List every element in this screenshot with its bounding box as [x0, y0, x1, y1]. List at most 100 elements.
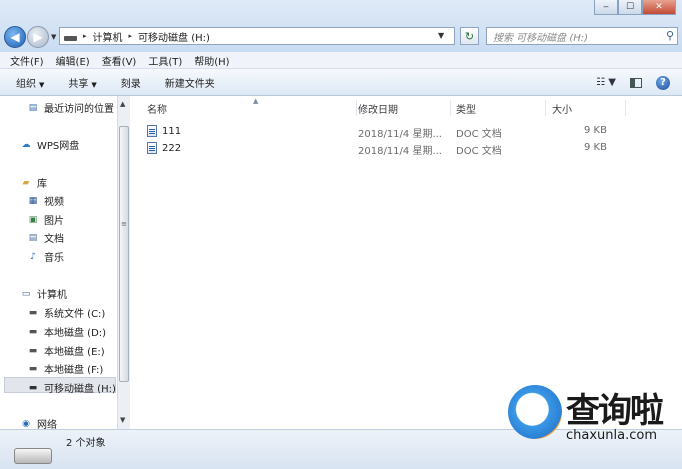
column-header-modified[interactable]: 修改日期 — [352, 100, 451, 116]
view-options-icon[interactable]: ☷ ▼ — [596, 77, 616, 88]
cloud-icon: ☁ — [21, 139, 31, 150]
new-folder-button[interactable]: 新建文件夹 — [165, 75, 215, 90]
file-modified: 2018/11/4 星期... — [358, 146, 442, 157]
minimize-button[interactable]: ‒ — [594, 0, 618, 15]
navigation-pane: ▤ 最近访问的位置 ☁ WPS网盘 ▰ 库 ▦ 视频 ▣ 图片 ▤ 文档 ♪ 音… — [0, 96, 130, 429]
chevron-right-icon[interactable]: ▸ — [129, 32, 133, 40]
menu-view[interactable]: 查看(V) — [102, 53, 137, 68]
column-header-size[interactable]: 大小 — [546, 100, 626, 116]
menu-help[interactable]: 帮助(H) — [194, 53, 229, 68]
scroll-down-icon[interactable]: ▼ — [120, 416, 125, 424]
nav-item-drive-h[interactable]: ▬ 可移动磁盘 (H:) — [27, 380, 116, 396]
watermark-text: 查询啦 — [566, 391, 664, 431]
nav-item-wps[interactable]: ☁ WPS网盘 — [20, 137, 80, 153]
forward-button[interactable]: ▶ — [27, 26, 49, 48]
scroll-thumb[interactable] — [119, 126, 129, 382]
file-name-cell[interactable]: 111 — [147, 125, 181, 137]
forward-arrow-icon: ▶ — [33, 30, 43, 44]
item-count: 2 个对象 — [66, 438, 106, 449]
document-icon: ▤ — [28, 232, 38, 243]
search-input[interactable]: 搜索 可移动磁盘 (H:) ⚲ — [486, 27, 678, 45]
nav-label: 文档 — [44, 234, 64, 245]
nav-label: 可移动磁盘 (H:) — [44, 384, 116, 395]
column-label: 名称 — [147, 104, 167, 116]
picture-icon: ▣ — [28, 214, 38, 225]
breadcrumb-computer[interactable]: 计算机 — [93, 29, 123, 44]
menu-edit[interactable]: 编辑(E) — [56, 53, 90, 68]
refresh-icon: ↻ — [464, 29, 475, 43]
organize-button[interactable]: 组织 ▼ — [16, 75, 44, 90]
removable-drive-icon — [14, 448, 52, 464]
nav-item-computer[interactable]: ▭ 计算机 — [20, 286, 67, 302]
maximize-button[interactable]: ☐ — [618, 0, 642, 15]
nav-label: 音乐 — [44, 253, 64, 264]
nav-label: 最近访问的位置 — [44, 104, 114, 115]
address-dropdown-icon[interactable]: ▼ — [438, 31, 444, 40]
drive-icon — [64, 35, 77, 41]
file-modified: 2018/11/4 星期... — [358, 129, 442, 140]
close-button[interactable]: ✕ — [642, 0, 676, 15]
magnifier-logo-icon — [508, 385, 562, 439]
nav-item-videos[interactable]: ▦ 视频 — [27, 193, 64, 209]
nav-item-drive-d[interactable]: ▬ 本地磁盘 (D:) — [27, 324, 107, 340]
file-name-cell[interactable]: 222 — [147, 142, 181, 154]
column-header-name[interactable]: ▲ 名称 — [141, 97, 357, 116]
nav-item-music[interactable]: ♪ 音乐 — [27, 249, 64, 265]
nav-item-network[interactable]: ◉ 网络 — [20, 416, 57, 430]
removable-drive-icon: ▬ — [28, 382, 38, 393]
nav-item-pictures[interactable]: ▣ 图片 — [27, 212, 64, 228]
search-placeholder: 搜索 可移动磁盘 (H:) — [493, 32, 589, 44]
file-name: 222 — [162, 143, 182, 154]
back-button[interactable]: ◀ — [4, 26, 26, 48]
share-button[interactable]: 共享 ▼ — [68, 75, 96, 90]
address-bar-area: ‒ ☐ ✕ ◀ ▶ ▼ ▸ 计算机 ▸ 可移动磁盘 (H:) ▼ ↻ 搜索 可移… — [0, 0, 682, 52]
nav-label: 库 — [37, 179, 47, 190]
nav-item-documents[interactable]: ▤ 文档 — [27, 230, 64, 246]
menu-tools[interactable]: 工具(T) — [148, 53, 182, 68]
nav-label: 本地磁盘 (F:) — [44, 365, 104, 376]
recent-places-icon: ▤ — [28, 102, 38, 113]
network-icon: ◉ — [22, 418, 30, 429]
refresh-button[interactable]: ↻ — [460, 27, 479, 45]
address-input[interactable]: ▸ 计算机 ▸ 可移动磁盘 (H:) — [59, 27, 455, 45]
sort-ascending-icon: ▲ — [253, 97, 259, 105]
menu-file[interactable]: 文件(F) — [10, 53, 44, 68]
magnifier-icon[interactable]: ⚲ — [666, 29, 674, 42]
menu-bar: 文件(F) 编辑(E) 查看(V) 工具(T) 帮助(H) — [0, 52, 682, 69]
scroll-grip-icon: ≡ — [121, 220, 127, 228]
doc-file-icon — [147, 142, 157, 154]
history-dropdown-icon[interactable]: ▼ — [51, 33, 56, 41]
nav-label: 系统文件 (C:) — [44, 309, 106, 320]
table-row[interactable]: 222 2018/11/4 星期... DOC 文档 9 KB — [131, 140, 682, 157]
nav-item-library[interactable]: ▰ 库 — [20, 175, 47, 191]
nav-label: 图片 — [44, 216, 64, 227]
column-header-type[interactable]: 类型 — [450, 100, 546, 116]
chevron-right-icon[interactable]: ▸ — [83, 32, 87, 40]
file-size: 9 KB — [584, 142, 607, 153]
nav-item-drive-f[interactable]: ▬ 本地磁盘 (F:) — [27, 361, 104, 377]
window-controls: ‒ ☐ ✕ — [594, 0, 676, 15]
nav-label: WPS网盘 — [37, 141, 80, 152]
column-label: 大小 — [552, 104, 572, 116]
breadcrumb-drive-h[interactable]: 可移动磁盘 (H:) — [138, 29, 210, 44]
library-icon: ▰ — [22, 177, 30, 188]
scroll-up-icon[interactable]: ▲ — [120, 100, 125, 108]
nav-item-drive-c[interactable]: ▬ 系统文件 (C:) — [27, 305, 106, 321]
computer-icon: ▭ — [21, 288, 31, 299]
share-label: 共享 — [68, 78, 89, 90]
nav-item-drive-e[interactable]: ▬ 本地磁盘 (E:) — [27, 343, 105, 359]
hard-drive-icon: ▬ — [28, 345, 38, 356]
doc-file-icon — [147, 125, 157, 137]
help-icon[interactable]: ? — [656, 75, 670, 90]
burn-button[interactable]: 刻录 — [121, 75, 141, 90]
table-row[interactable]: 111 2018/11/4 星期... DOC 文档 9 KB — [131, 123, 682, 140]
organize-label: 组织 — [16, 78, 36, 90]
back-arrow-icon: ◀ — [10, 30, 20, 44]
nav-item-recent[interactable]: ▤ 最近访问的位置 — [27, 100, 114, 116]
system-drive-icon: ▬ — [28, 307, 38, 318]
navigation-scrollbar[interactable]: ▲ ≡ ▼ — [117, 96, 130, 429]
nav-label: 本地磁盘 (D:) — [44, 328, 107, 339]
chevron-down-icon: ▼ — [91, 80, 97, 89]
preview-pane-icon[interactable] — [630, 77, 642, 88]
file-list: ▲ 名称 修改日期 类型 大小 111 2018/11/4 星期... DOC … — [131, 96, 682, 429]
